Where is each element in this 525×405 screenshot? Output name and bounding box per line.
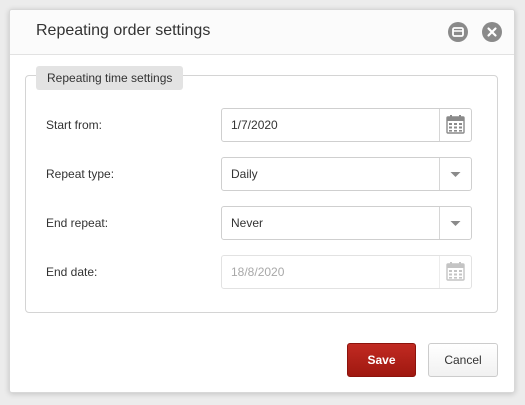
start-from-label: Start from: — [46, 118, 103, 132]
repeat-type-label: Repeat type: — [46, 167, 115, 181]
end-date-value: 18/8/2020 — [231, 265, 285, 279]
end-repeat-value[interactable]: Never — [231, 216, 263, 230]
close-icon — [487, 27, 497, 37]
chevron-down-icon — [450, 172, 461, 177]
maximize-button[interactable] — [448, 22, 468, 42]
repeating-order-dialog: Repeating order settings Repeating time … — [9, 9, 515, 393]
end-date-calendar-button — [439, 256, 471, 288]
end-repeat-label: End repeat: — [46, 216, 109, 230]
chevron-down-icon — [450, 221, 461, 226]
end-repeat-select[interactable]: Never — [221, 206, 472, 240]
dialog-title: Repeating order settings — [36, 22, 211, 39]
start-from-calendar-button[interactable] — [439, 109, 471, 141]
save-button[interactable]: Save — [347, 343, 416, 377]
repeat-type-dropdown-button[interactable] — [439, 158, 471, 190]
maximize-icon — [452, 27, 464, 37]
end-repeat-dropdown-button[interactable] — [439, 207, 471, 239]
repeat-type-select[interactable]: Daily — [221, 157, 472, 191]
close-button[interactable] — [482, 22, 502, 42]
end-date-field: 18/8/2020 — [221, 255, 472, 289]
repeat-type-value[interactable]: Daily — [231, 167, 258, 181]
start-from-date-field[interactable]: 1/7/2020 — [221, 108, 472, 142]
start-from-value[interactable]: 1/7/2020 — [231, 118, 278, 132]
cancel-button[interactable]: Cancel — [428, 343, 498, 377]
calendar-icon — [446, 262, 465, 281]
fieldset-legend: Repeating time settings — [36, 66, 184, 90]
calendar-icon — [446, 115, 465, 134]
dialog-header: Repeating order settings — [10, 10, 514, 55]
end-date-label: End date: — [46, 265, 98, 279]
